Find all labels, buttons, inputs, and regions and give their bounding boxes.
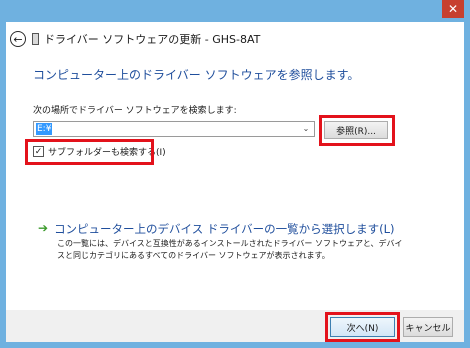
back-arrow-icon[interactable]: ←	[10, 31, 26, 47]
browse-highlight-box	[319, 115, 395, 146]
path-input[interactable]: E:¥	[36, 123, 53, 135]
chevron-down-icon[interactable]: ⌄	[300, 123, 312, 135]
wizard-header: ← ドライバー ソフトウェアの更新 - GHS-8AT	[6, 28, 464, 50]
next-highlight-box	[325, 312, 400, 342]
cancel-button[interactable]: キャンセル	[403, 317, 453, 337]
close-button[interactable]: ✕	[442, 0, 464, 18]
page-heading: コンピューター上のドライバー ソフトウェアを参照します。	[33, 68, 360, 82]
search-location-label: 次の場所でドライバー ソフトウェアを検索します:	[33, 106, 237, 116]
subfolder-highlight-box	[25, 139, 154, 165]
path-combobox[interactable]: E:¥ ⌄	[33, 121, 315, 137]
pick-from-list-link[interactable]: ➔ コンピューター上のデバイス ドライバーの一覧から選択します(L)	[38, 221, 395, 237]
window-title: ドライバー ソフトウェアの更新 - GHS-8AT	[44, 33, 261, 46]
green-arrow-icon: ➔	[38, 221, 49, 235]
pick-from-list-title[interactable]: コンピューター上のデバイス ドライバーの一覧から選択します(L)	[54, 222, 394, 236]
device-icon	[32, 33, 39, 45]
pick-from-list-description: この一覧には、デバイスと互換性があるインストールされたドライバー ソフトウェアと…	[57, 239, 403, 260]
